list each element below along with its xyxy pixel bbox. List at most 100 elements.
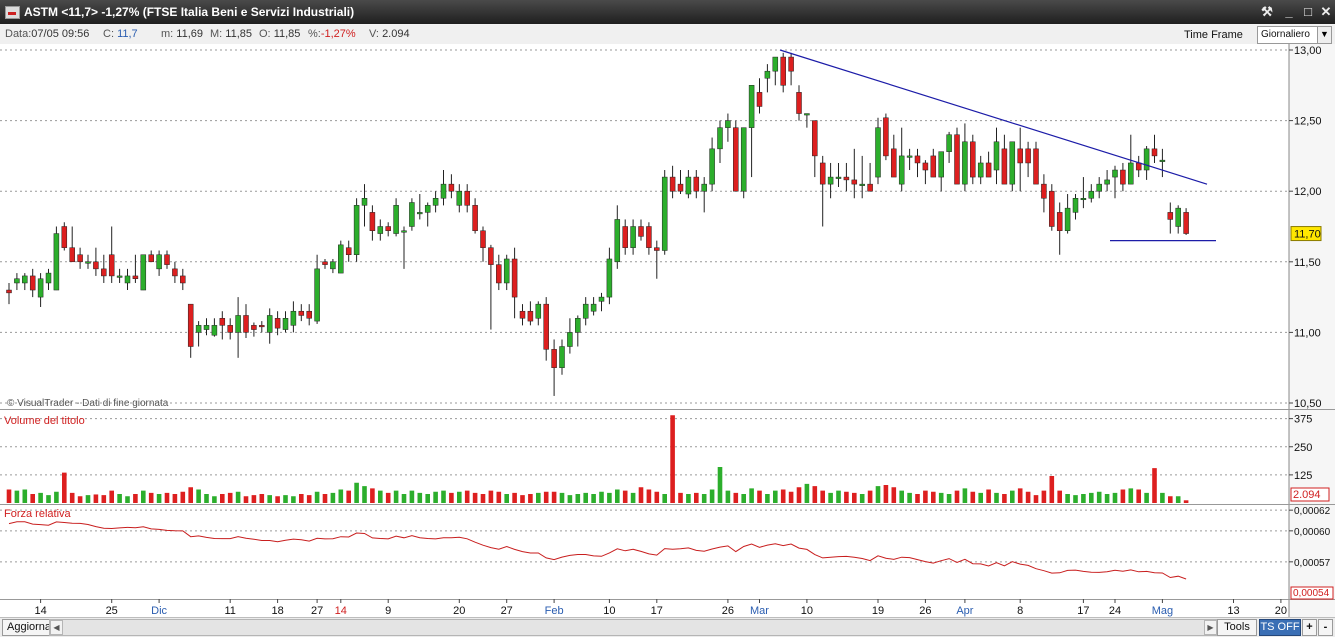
candle-down	[1167, 212, 1174, 220]
volume-bar	[409, 490, 415, 503]
volume-bar	[385, 492, 391, 503]
zoom-out-button[interactable]: -	[1318, 619, 1333, 636]
price-tick-label: 11,00	[1294, 327, 1321, 339]
volume-bar	[1002, 494, 1007, 503]
rs-title: Forza relativa	[4, 508, 72, 520]
price-chart[interactable]: 13,00 12,50 12,00 11,50 11,00 10,50 11,70 375 25…	[0, 44, 1335, 617]
volume-bar	[275, 496, 280, 503]
maximize-button[interactable]: □	[1300, 4, 1316, 20]
volume-bar	[148, 492, 154, 503]
candle-down	[298, 310, 305, 316]
candle-down	[970, 141, 976, 178]
ts-off-button[interactable]: TS OFF	[1259, 619, 1301, 636]
candle-down	[788, 56, 794, 72]
candle-down	[669, 176, 676, 192]
volume-bar	[543, 491, 549, 503]
volume-bar	[259, 494, 265, 503]
volume-bar	[1136, 489, 1141, 503]
volume-bar	[1010, 490, 1015, 503]
x-tick-label: 11	[224, 605, 235, 617]
volume-bar	[923, 490, 928, 503]
candle-down	[172, 268, 178, 277]
candle-down	[796, 92, 802, 114]
volume-bar	[646, 489, 652, 503]
candle-down	[180, 275, 186, 284]
scroll-right-icon[interactable]: ▶	[1204, 620, 1217, 635]
volume-bar	[1033, 495, 1039, 503]
candle-up	[1128, 162, 1134, 185]
volume-bar	[1089, 492, 1094, 503]
timeframe-select[interactable]: Giornaliero ▼	[1257, 26, 1332, 44]
horizontal-scrollbar[interactable]: ◀ ▶	[49, 619, 1218, 636]
candle-down	[6, 289, 12, 294]
volume-bar	[393, 490, 399, 503]
volume-bar	[267, 495, 272, 503]
rs-tick-label: 0,00062	[1294, 506, 1331, 517]
volume-bar	[62, 472, 67, 503]
candle-up	[401, 230, 407, 233]
candle-up	[314, 268, 320, 322]
volume-bar	[417, 492, 423, 503]
candle-up	[456, 190, 463, 206]
candle-up	[1080, 198, 1087, 201]
candle-up	[906, 155, 913, 158]
volume-bar	[1096, 491, 1102, 503]
window-title: ASTM <11,7> -1,27% (FTSE Italia Beni e S…	[24, 5, 355, 19]
app-chart-icon	[5, 6, 20, 19]
scroll-left-icon[interactable]: ◀	[50, 620, 63, 635]
volume-bar	[38, 492, 43, 503]
candle-down	[677, 183, 684, 192]
candle-down	[488, 247, 494, 265]
candle-down	[243, 315, 249, 333]
date-label: Data:	[5, 28, 32, 40]
close-value: 11,7	[117, 28, 138, 40]
volume-bar	[125, 496, 130, 503]
candle-up	[211, 325, 218, 336]
candle-up	[827, 176, 834, 185]
candle-up	[717, 127, 723, 150]
volume-bar	[733, 492, 739, 503]
candle-down	[148, 254, 154, 263]
window-titlebar[interactable]: ASTM <11,7> -1,27% (FTSE Italia Beni e S…	[0, 0, 1335, 24]
candle-down	[472, 205, 478, 231]
volume-bar	[54, 491, 59, 503]
candle-down	[780, 56, 786, 86]
x-tick-label: 27	[501, 605, 513, 617]
volume-bar	[599, 491, 604, 503]
timeframe-label: Time Frame	[1184, 29, 1243, 41]
x-tick-label: 20	[1275, 605, 1287, 617]
candle-down	[843, 176, 850, 181]
candle-up	[661, 176, 668, 251]
candle-down	[812, 120, 818, 157]
close-button[interactable]: ✕	[1318, 4, 1334, 20]
volume-bar	[1104, 494, 1110, 503]
volume-bar	[164, 492, 170, 503]
volume-bar	[1049, 476, 1055, 503]
volume-bar	[946, 494, 952, 503]
candle-up	[282, 318, 289, 330]
volume-bar	[133, 494, 138, 503]
aggiorna-button[interactable]: Aggiorna	[2, 619, 57, 636]
rs-tick-label: 0,00057	[1294, 558, 1331, 569]
volume-bar	[836, 490, 841, 503]
min-info: m: 11,69	[161, 28, 203, 40]
candle-up	[1104, 179, 1110, 185]
tools-button[interactable]: Tools	[1217, 619, 1257, 636]
volume-bar	[662, 494, 667, 503]
zoom-in-button[interactable]: +	[1302, 619, 1317, 636]
minimize-button[interactable]: _	[1281, 4, 1297, 20]
volume-bar	[804, 483, 810, 503]
candle-up	[1064, 207, 1071, 231]
candle-up	[409, 202, 415, 227]
open-label: O:	[259, 28, 271, 40]
candle-up	[575, 318, 581, 333]
x-tick-label: Feb	[545, 605, 564, 617]
candle-down	[306, 310, 312, 319]
candle-down	[543, 303, 549, 350]
dropdown-arrow-icon[interactable]: ▼	[1317, 27, 1331, 43]
volume-bar	[464, 490, 470, 503]
candle-down	[496, 264, 502, 284]
volume-bar	[156, 494, 162, 503]
volume-bar	[496, 491, 502, 503]
tools-wrench-icon[interactable]: ⚒	[1259, 4, 1275, 20]
